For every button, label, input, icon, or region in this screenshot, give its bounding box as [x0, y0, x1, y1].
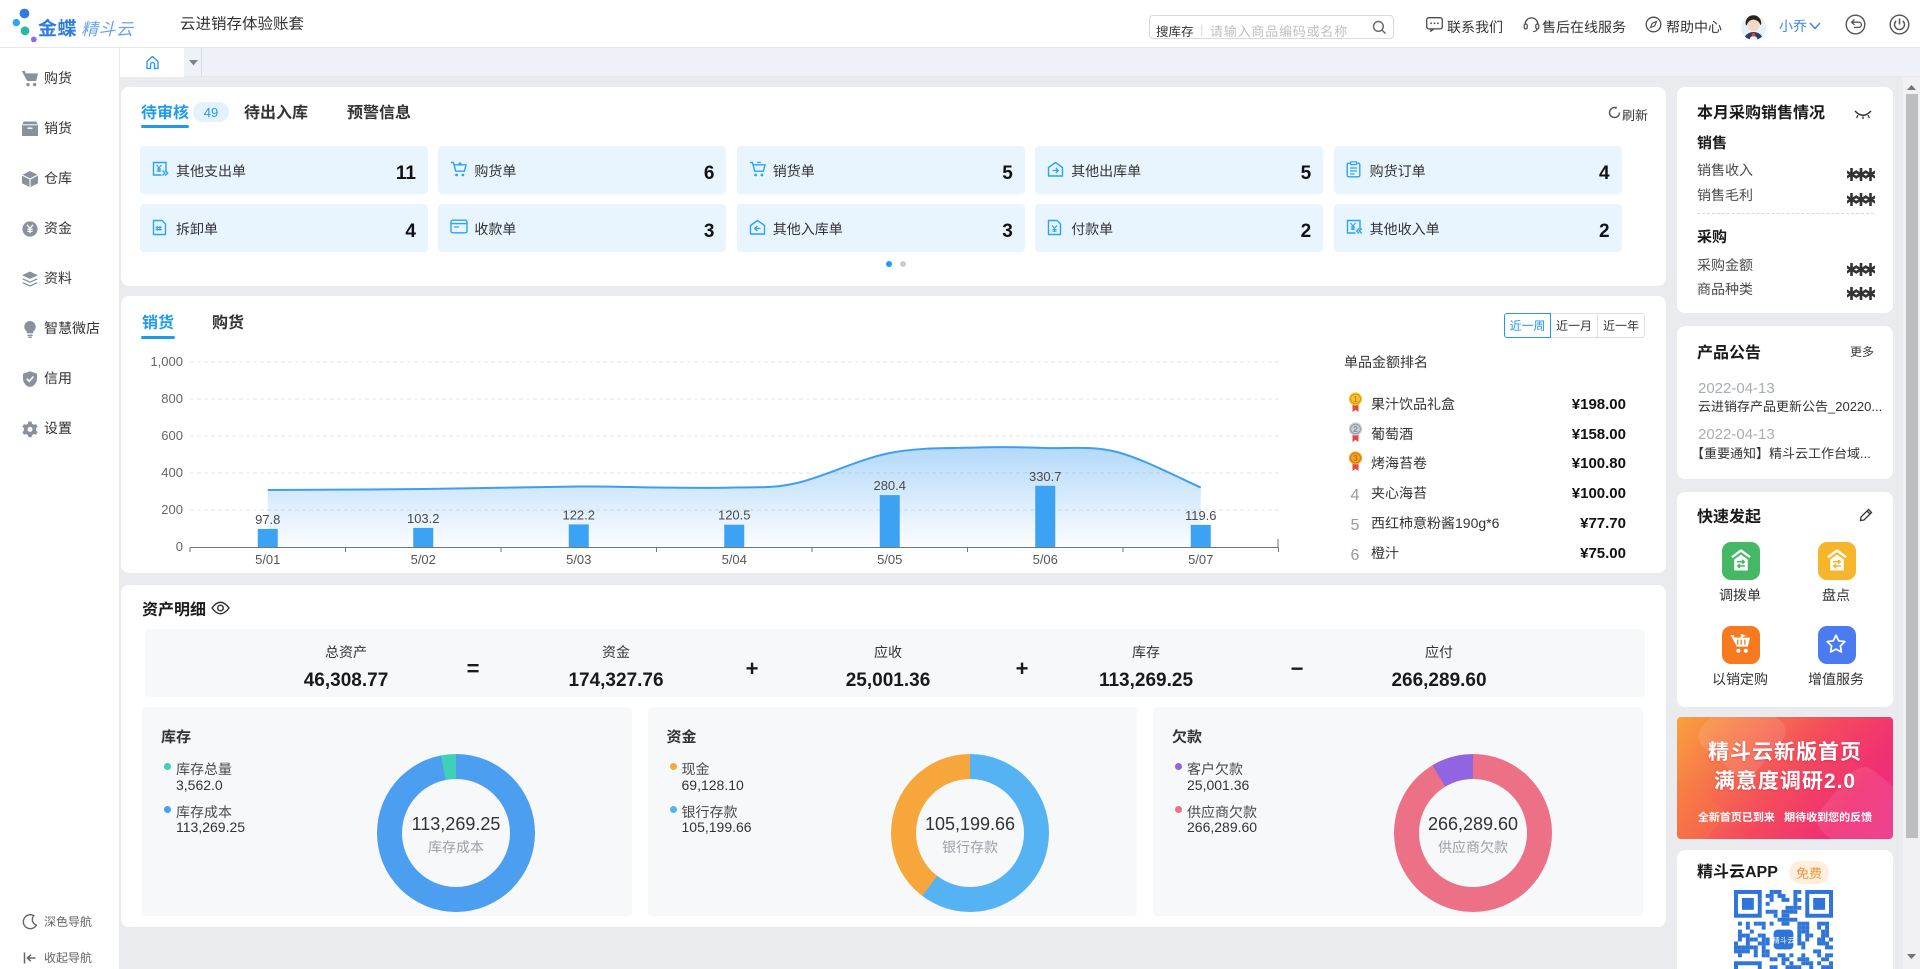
- svg-text:5/01: 5/01: [255, 549, 280, 568]
- svg-text:5/02: 5/02: [411, 549, 436, 568]
- svg-text:600: 600: [161, 425, 183, 444]
- svg-text:5/07: 5/07: [1188, 549, 1213, 568]
- svg-text:330.7: 330.7: [1029, 466, 1062, 485]
- svg-text:800: 800: [161, 388, 183, 407]
- svg-text:119.6: 119.6: [1185, 505, 1217, 524]
- svg-text:1: 1: [1353, 393, 1358, 405]
- svg-text:5/03: 5/03: [566, 549, 591, 568]
- svg-text:120.5: 120.5: [718, 505, 751, 524]
- svg-text:280.4: 280.4: [873, 475, 906, 494]
- svg-text:0: 0: [176, 536, 183, 555]
- svg-text:103.2: 103.2: [407, 508, 440, 527]
- svg-text:400: 400: [161, 462, 183, 481]
- svg-text:1,000: 1,000: [150, 351, 183, 370]
- svg-text:5/06: 5/06: [1033, 549, 1058, 568]
- svg-text:5/04: 5/04: [722, 549, 747, 568]
- svg-text:5/05: 5/05: [877, 549, 902, 568]
- svg-text:精斗云: 精斗云: [1772, 935, 1795, 946]
- svg-text:200: 200: [161, 499, 183, 518]
- svg-text:3: 3: [1353, 452, 1358, 464]
- svg-text:97.8: 97.8: [255, 509, 280, 528]
- svg-text:122.2: 122.2: [562, 504, 595, 523]
- svg-text:2: 2: [1353, 423, 1358, 435]
